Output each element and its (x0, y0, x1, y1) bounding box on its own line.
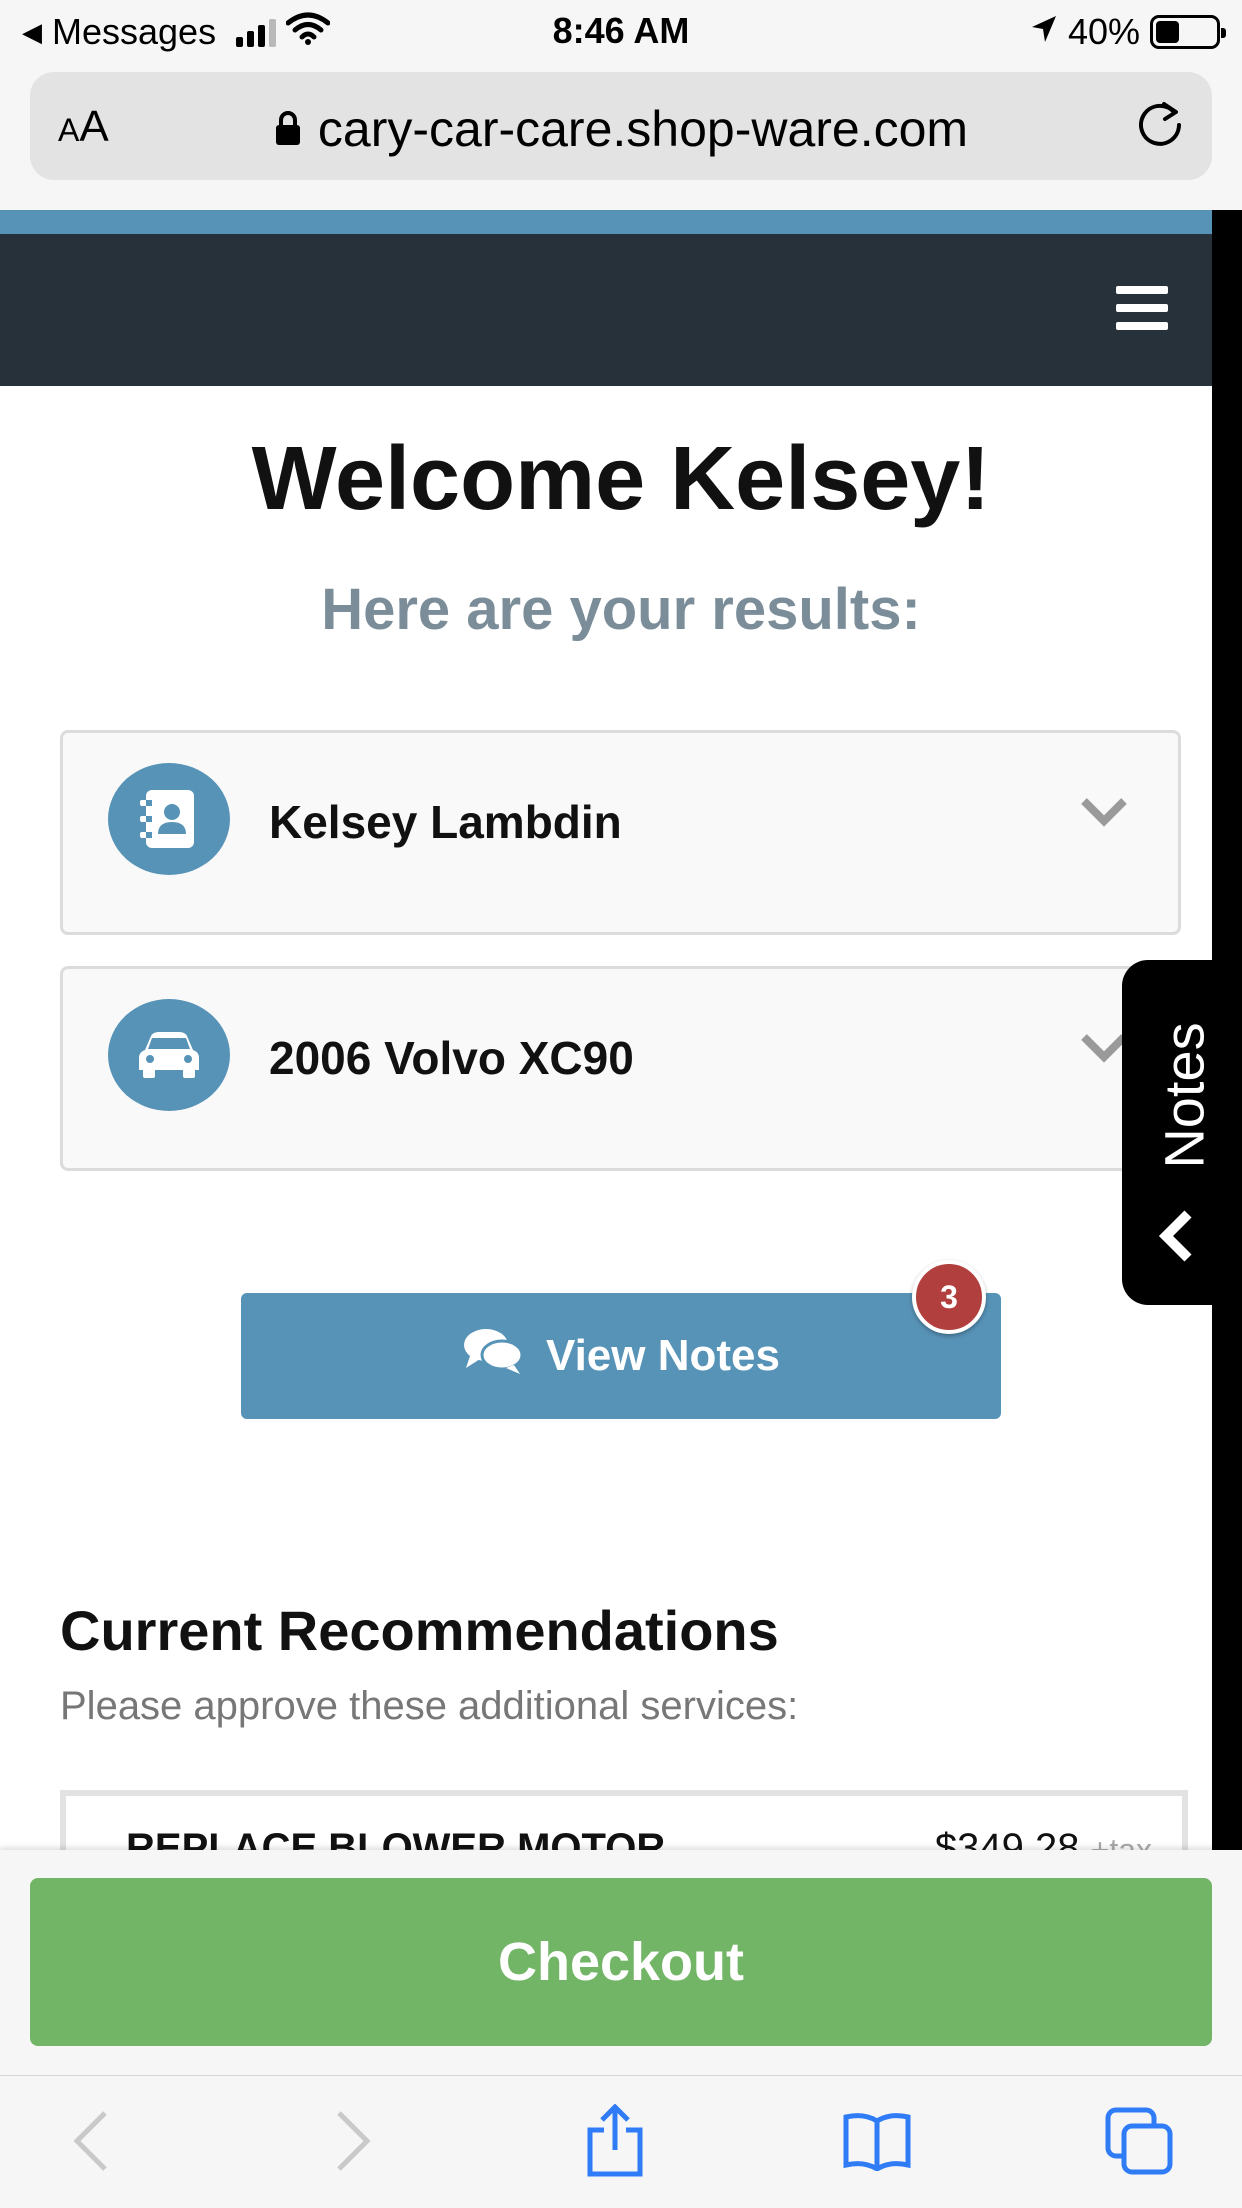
chevron-down-icon[interactable] (1080, 795, 1128, 832)
header-accent-bar (0, 210, 1212, 234)
checkout-button[interactable]: Checkout (30, 1878, 1212, 2046)
location-arrow-icon (1030, 11, 1058, 53)
chevron-left-icon (1156, 1208, 1196, 1269)
recommendation-name: REPLACE BLOWER MOTOR (126, 1826, 666, 1850)
back-chevron-icon[interactable] (56, 2106, 126, 2176)
contact-book-icon (108, 763, 230, 875)
vehicle-card[interactable]: 2006 Volvo XC90 (60, 966, 1181, 1171)
forward-chevron-icon[interactable] (318, 2106, 388, 2176)
tax-note: +tax (1090, 1832, 1152, 1850)
notes-tab-label: Notes (1152, 1021, 1216, 1169)
page-title: Welcome Kelsey! (251, 429, 991, 529)
view-notes-button[interactable]: View Notes (241, 1293, 1001, 1419)
recommendation-item[interactable]: REPLACE BLOWER MOTOR $349.28 +tax (60, 1790, 1188, 1850)
customer-name: Kelsey Lambdin (269, 796, 622, 848)
notes-side-tab[interactable]: Notes (1122, 960, 1242, 1305)
status-bar: ◀ Messages 8:46 AM 40% (0, 0, 1242, 64)
page-subtitle: Here are your results: (321, 577, 921, 642)
notes-count-badge: 3 (912, 1260, 986, 1334)
share-icon[interactable] (580, 2104, 650, 2177)
view-notes-label: View Notes (546, 1331, 780, 1380)
recommendations-title: Current Recommendations (60, 1599, 779, 1662)
tabs-icon[interactable] (1104, 2106, 1174, 2176)
battery-icon (1150, 15, 1226, 49)
customer-card[interactable]: Kelsey Lambdin (60, 730, 1181, 935)
site-navbar (0, 234, 1212, 386)
checkout-footer: Checkout (0, 1850, 1242, 2075)
car-icon (108, 999, 230, 1111)
vehicle-name: 2006 Volvo XC90 (269, 1032, 634, 1084)
browser-toolbar (0, 2075, 1242, 2208)
browser-address-area: AA cary-car-care.shop-ware.com (0, 64, 1242, 210)
bookmarks-icon[interactable] (842, 2106, 912, 2176)
chevron-down-icon[interactable] (1080, 1031, 1128, 1068)
lock-icon (274, 100, 302, 158)
url-text: cary-car-care.shop-ware.com (317, 101, 969, 157)
address-bar[interactable]: AA cary-car-care.shop-ware.com (30, 72, 1212, 180)
menu-icon[interactable] (1116, 286, 1168, 330)
recommendations-subtitle: Please approve these additional services… (60, 1684, 799, 1728)
comments-icon (462, 1326, 524, 1387)
battery-percent: 40% (1067, 11, 1140, 52)
recommendation-price: $349.28 +tax (935, 1826, 1152, 1850)
reload-icon[interactable] (1134, 98, 1188, 157)
